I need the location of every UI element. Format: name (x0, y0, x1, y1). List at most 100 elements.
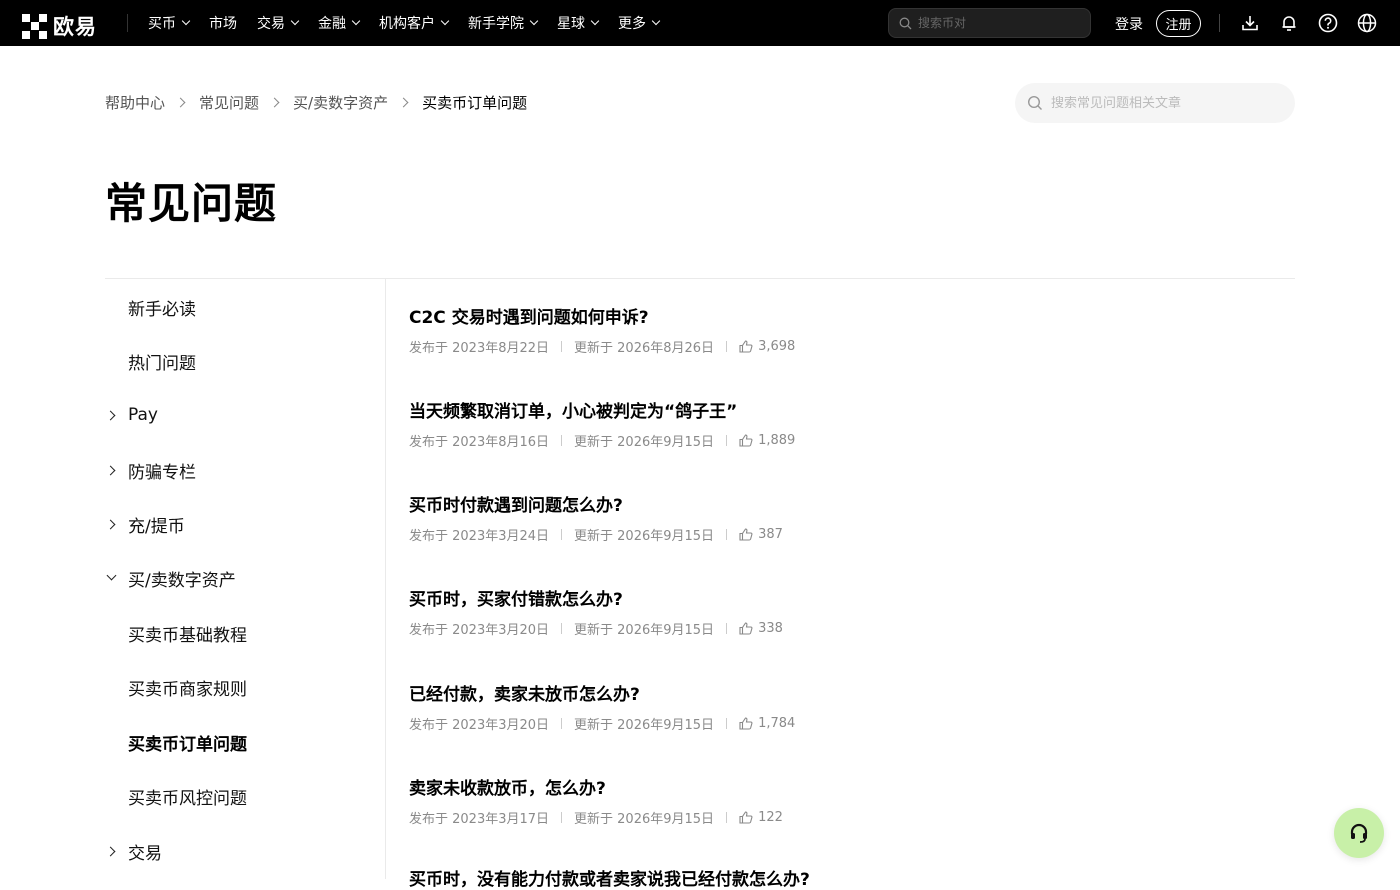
updated-date: 更新于 2026年9月15日 (574, 812, 715, 827)
divider (726, 718, 728, 729)
main-nav: 买币 市场 交易 金融 机构客户 新手学院 星球 更多 (148, 0, 679, 46)
like-count: 1,784 (758, 716, 796, 731)
divider (561, 529, 563, 540)
updated-date: 更新于 2026年9月15日 (574, 718, 715, 733)
sidebar-item-label: 防骗专栏 (128, 462, 196, 483)
chevron-right-icon (398, 97, 409, 108)
updated-date: 更新于 2026年9月15日 (574, 435, 715, 450)
breadcrumb-buy-sell[interactable]: 买/卖数字资产 (293, 92, 388, 113)
article-meta: 发布于 2023年3月17日 更新于 2026年9月15日 122 (409, 808, 1109, 827)
divider (1219, 14, 1220, 32)
nav-item-market[interactable]: 市场 (209, 13, 237, 33)
nav-item-buy-crypto[interactable]: 买币 (148, 13, 191, 33)
divider (105, 278, 1295, 279)
bell-icon[interactable] (1278, 12, 1300, 34)
sidebar-item-label: Pay (128, 405, 158, 425)
thumbs-up-icon (739, 622, 753, 635)
okx-logo-icon (22, 13, 47, 39)
chevron-down-icon (590, 16, 600, 26)
divider (561, 623, 563, 634)
updated-date: 更新于 2026年8月26日 (574, 341, 715, 356)
chevron-down-icon (651, 16, 661, 26)
nav-item-more[interactable]: 更多 (618, 13, 661, 33)
like-count: 387 (758, 527, 783, 542)
breadcrumb-help-center[interactable]: 帮助中心 (105, 92, 165, 113)
article-meta: 发布于 2023年3月20日 更新于 2026年9月15日 338 (409, 619, 1109, 638)
updated-date: 更新于 2026年9月15日 (574, 529, 715, 544)
divider (726, 435, 728, 446)
article-title-link[interactable]: 买币时，买家付错款怎么办? (409, 585, 1109, 610)
nav-item-institutional[interactable]: 机构客户 (379, 13, 450, 33)
thumbs-up-icon (739, 434, 753, 447)
chevron-right-icon (105, 465, 116, 475)
chevron-down-icon (181, 16, 191, 26)
article-title-link[interactable]: 买币时付款遇到问题怎么办? (409, 491, 1109, 516)
chevron-down-icon (440, 16, 450, 26)
breadcrumb: 帮助中心 常见问题 买/卖数字资产 买卖币订单问题 (105, 92, 527, 113)
nav-item-trade[interactable]: 交易 (257, 13, 300, 33)
top-navbar: 欧易 买币 市场 交易 金融 机构客户 新手学院 星球 更多 登录 注册 (0, 0, 1400, 46)
article-title-link[interactable]: 已经付款，卖家未放币怎么办? (409, 680, 1109, 705)
list-item: 买币时付款遇到问题怎么办? 发布于 2023年3月24日 更新于 2026年9月… (409, 491, 1109, 544)
nav-item-finance[interactable]: 金融 (318, 13, 361, 33)
nav-label: 金融 (318, 16, 346, 32)
help-icon[interactable] (1317, 12, 1339, 34)
divider (561, 435, 563, 446)
article-title-link[interactable]: 当天频繁取消订单，小心被判定为“鸽子王” (409, 397, 1109, 422)
sidebar-item-label: 买卖币商家规则 (128, 679, 247, 700)
thumbs-up-icon (739, 811, 753, 824)
customer-support-button[interactable] (1334, 808, 1384, 858)
sidebar-item-label: 交易 (128, 843, 162, 864)
like-count: 1,889 (758, 433, 796, 448)
sidebar-item-label: 充/提币 (128, 516, 185, 537)
updated-date: 更新于 2026年9月15日 (574, 623, 715, 638)
register-button[interactable]: 注册 (1156, 10, 1201, 37)
sidebar-item-label: 买/卖数字资产 (128, 570, 236, 591)
article-title-link[interactable]: 卖家未收款放币，怎么办? (409, 774, 1109, 799)
chevron-right-icon (105, 846, 116, 856)
published-date: 发布于 2023年3月20日 (409, 718, 550, 733)
list-item: 买币时，买家付错款怎么办? 发布于 2023年3月20日 更新于 2026年9月… (409, 585, 1109, 638)
divider (561, 812, 563, 823)
pair-search-input[interactable] (918, 16, 1078, 30)
list-item: C2C 交易时遇到问题如何申诉? 发布于 2023年8月22日 更新于 2026… (409, 303, 1109, 356)
divider (385, 279, 386, 879)
chevron-down-icon (106, 570, 117, 581)
sidebar-item-label: 买卖币风控问题 (128, 788, 247, 809)
published-date: 发布于 2023年3月20日 (409, 623, 550, 638)
divider (726, 812, 728, 823)
article-meta: 发布于 2023年8月22日 更新于 2026年8月26日 3,698 (409, 337, 1109, 356)
nav-label: 新手学院 (468, 16, 524, 32)
download-icon[interactable] (1239, 12, 1261, 34)
nav-label: 更多 (618, 16, 646, 32)
chevron-down-icon (529, 16, 539, 26)
chevron-down-icon (351, 16, 361, 26)
nav-label: 买币 (148, 16, 176, 32)
thumbs-up-icon (739, 340, 753, 353)
nav-label: 市场 (209, 16, 237, 32)
help-search-input[interactable] (1051, 95, 1281, 111)
article-title-link[interactable]: 买币时，没有能力付款或者卖家说我已经付款怎么办? (409, 865, 1109, 890)
pair-search-box[interactable] (888, 8, 1091, 38)
published-date: 发布于 2023年3月24日 (409, 529, 550, 544)
chevron-down-icon (290, 16, 300, 26)
breadcrumb-faq[interactable]: 常见问题 (199, 92, 259, 113)
sidebar-item-label: 热门问题 (128, 353, 196, 374)
nav-item-planet[interactable]: 星球 (557, 13, 600, 33)
globe-icon[interactable] (1356, 12, 1378, 34)
nav-label: 机构客户 (379, 16, 435, 32)
divider (127, 14, 128, 32)
list-item: 卖家未收款放币，怎么办? 发布于 2023年3月17日 更新于 2026年9月1… (409, 774, 1109, 827)
divider (561, 718, 563, 729)
brand-logo[interactable]: 欧易 (22, 11, 97, 41)
login-link[interactable]: 登录 (1115, 14, 1143, 34)
nav-item-academy[interactable]: 新手学院 (468, 13, 539, 33)
thumbs-up-icon (739, 528, 753, 541)
nav-label: 星球 (557, 16, 585, 32)
breadcrumb-current: 买卖币订单问题 (422, 94, 528, 112)
list-item: 已经付款，卖家未放币怎么办? 发布于 2023年3月20日 更新于 2026年9… (409, 680, 1109, 733)
article-title-link[interactable]: C2C 交易时遇到问题如何申诉? (409, 303, 1109, 328)
divider (561, 341, 563, 352)
like-count: 122 (758, 810, 783, 825)
help-search-box[interactable] (1015, 83, 1295, 123)
